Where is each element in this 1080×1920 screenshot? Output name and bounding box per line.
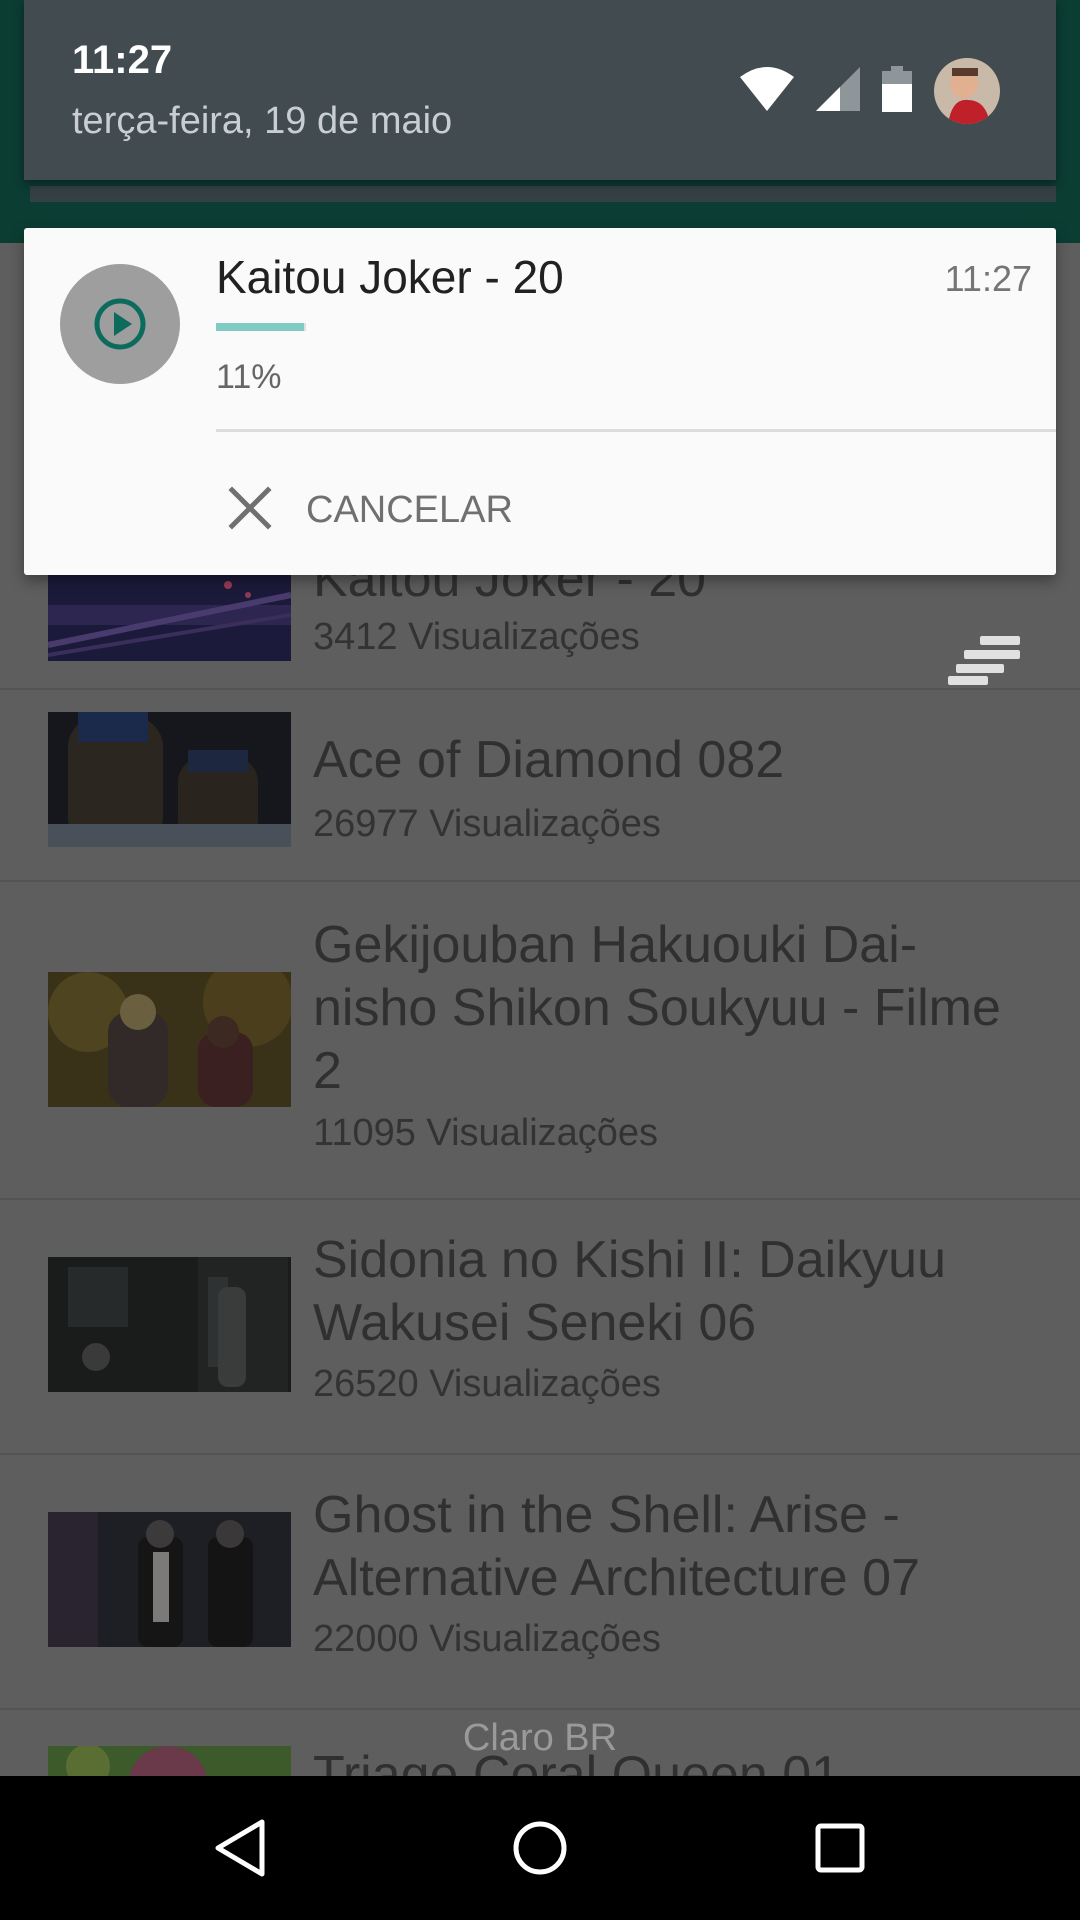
view-count: 3412 Visualizações: [313, 616, 640, 658]
video-list: Kaitou Joker - 20 3412 Visualizações Ace…: [0, 495, 1080, 1776]
video-thumbnail: [48, 1257, 291, 1392]
video-title: Ghost in the Shell: Arise - Alternative …: [313, 1486, 920, 1607]
video-thumbnail: [48, 712, 291, 847]
date: terça-feira, 19 de maio: [72, 100, 453, 142]
list-item[interactable]: Sidonia no Kishi II: Daikyuu Wakusei Sen…: [0, 1200, 1080, 1455]
divider: [216, 429, 1056, 432]
cancel-label: CANCELAR: [306, 488, 513, 531]
battery-icon: [882, 65, 912, 117]
cellular-signal-icon: [816, 66, 860, 116]
carrier-label: Claro BR: [462, 1717, 618, 1759]
view-count: 26520 Visualizações: [313, 1363, 661, 1405]
home-icon[interactable]: [490, 1798, 590, 1898]
list-filter-icon[interactable]: [948, 636, 1020, 685]
status-icons: [740, 56, 1000, 126]
notification-title: Kaitou Joker - 20: [216, 251, 564, 303]
shade-edge: [30, 186, 1056, 202]
play-circle-icon: [60, 264, 180, 384]
view-count: 11095 Visualizações: [313, 1112, 659, 1154]
list-item[interactable]: Ghost in the Shell: Arise - Alternative …: [0, 1455, 1080, 1710]
navigation-bar: [0, 1776, 1080, 1920]
user-avatar[interactable]: [934, 58, 1000, 124]
progress-label: 11%: [216, 358, 282, 396]
view-count: 22000 Visualizações: [313, 1618, 661, 1660]
list-item[interactable]: Ace of Diamond 082 26977 Visualizações: [0, 690, 1080, 882]
list-item[interactable]: Gekijouban Hakuouki Dai-nisho Shikon Sou…: [0, 882, 1080, 1200]
video-thumbnail: [48, 1512, 291, 1647]
video-title: Sidonia no Kishi II: Daikyuu Wakusei Sen…: [313, 1231, 947, 1352]
download-notification[interactable]: Kaitou Joker - 20 11:27 11% CANCELAR: [24, 228, 1056, 575]
video-title: Ace of Diamond 082: [313, 731, 785, 789]
cancel-button[interactable]: CANCELAR: [228, 480, 513, 540]
video-thumbnail: [48, 575, 291, 661]
recents-icon[interactable]: [790, 1798, 890, 1898]
notification-time: 11:27: [944, 258, 1032, 299]
close-icon: [228, 485, 272, 535]
notification-shade-header: 11:27 terça-feira, 19 de maio: [24, 0, 1056, 180]
progress-bar: [216, 323, 306, 331]
clock: 11:27: [72, 38, 173, 82]
progress-fill: [216, 323, 304, 331]
wifi-icon: [740, 66, 794, 116]
video-title: Gekijouban Hakuouki Dai-nisho Shikon Sou…: [313, 916, 1001, 1100]
video-thumbnail: [48, 972, 291, 1107]
back-icon[interactable]: [190, 1798, 290, 1898]
view-count: 26977 Visualizações: [313, 803, 661, 845]
